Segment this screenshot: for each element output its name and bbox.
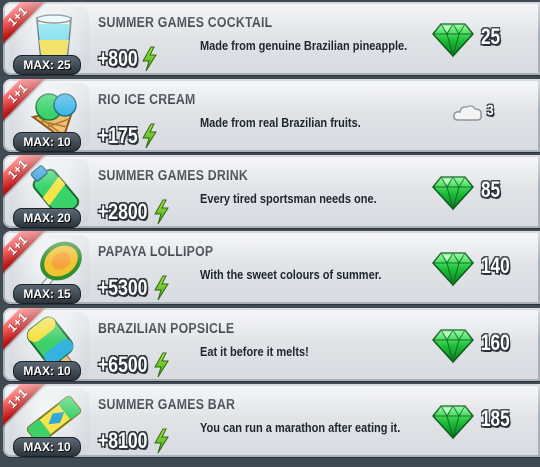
energy-stat: +6500 — [98, 351, 170, 379]
price-value: 85 — [481, 177, 501, 202]
max-quantity-badge: MAX: 15 — [13, 284, 81, 304]
buy-price-button[interactable]: 25 — [428, 16, 538, 62]
item-description: You can run a marathon after eating it. — [200, 421, 401, 435]
item-description: Made from genuine Brazilian pineapple. — [200, 39, 408, 53]
shop-item-row[interactable]: 1+1 MAX: 10 BRAZILIAN POPSICLE +6500 Eat… — [3, 308, 540, 381]
max-quantity-badge: MAX: 10 — [13, 361, 81, 381]
price-value: 140 — [481, 253, 510, 278]
gem-icon — [432, 252, 474, 287]
item-description: Every tired sportsman needs one. — [200, 192, 377, 206]
item-name: SUMMER GAMES COCKTAIL — [98, 14, 273, 31]
energy-stat: +175 — [98, 122, 158, 150]
shop-item-row[interactable]: 1+1 MAX: 15 PAPAYA LOLLIPOP +5300 With t… — [3, 231, 540, 304]
shop-item-row[interactable]: 1+1 MAX: 10 SUMMER GAMES BAR +8100 You c… — [3, 384, 540, 457]
energy-value: +6500 — [98, 352, 148, 377]
energy-value: +8100 — [98, 428, 148, 453]
item-name: BRAZILIAN POPSICLE — [98, 320, 235, 337]
gem-icon — [432, 176, 474, 211]
buy-price-button[interactable]: 185 — [428, 398, 538, 444]
energy-value: +2800 — [98, 199, 148, 224]
lightning-bolt-icon — [141, 123, 157, 149]
price-value: 25 — [481, 24, 501, 49]
max-quantity-badge: MAX: 10 — [13, 437, 81, 457]
gem-icon — [432, 329, 474, 364]
buy-price-button[interactable]: 85 — [428, 169, 538, 215]
item-name: PAPAYA LOLLIPOP — [98, 243, 214, 260]
energy-stat: +8100 — [98, 427, 170, 455]
lightning-bolt-icon — [141, 46, 157, 72]
buy-price-button[interactable]: 160 — [428, 322, 538, 368]
max-quantity-badge: MAX: 10 — [13, 132, 81, 152]
energy-stat: +800 — [98, 45, 158, 73]
energy-stat: +5300 — [98, 274, 170, 302]
energy-value: +5300 — [98, 275, 148, 300]
lightning-bolt-icon — [153, 199, 169, 225]
shop-item-row[interactable]: 1+1 MAX: 20 SUMMER GAMES DRINK +2800 Eve… — [3, 155, 540, 228]
energy-value: +800 — [98, 46, 138, 71]
energy-value: +175 — [98, 123, 138, 148]
shop-item-row[interactable]: 1+1 MAX: 10 RIO ICE CREAM +175 Made from… — [3, 79, 540, 152]
item-name: SUMMER GAMES BAR — [98, 396, 236, 413]
gem-icon — [432, 23, 474, 58]
energy-stat: +2800 — [98, 198, 170, 226]
item-description: Eat it before it melts! — [200, 345, 309, 359]
cloud-icon — [453, 105, 482, 121]
price-value: 160 — [481, 330, 510, 355]
item-description: Made from real Brazilian fruits. — [200, 116, 361, 130]
gem-icon — [432, 405, 474, 440]
item-name: SUMMER GAMES DRINK — [98, 167, 248, 184]
max-quantity-badge: MAX: 25 — [13, 55, 81, 75]
max-quantity-badge: MAX: 20 — [13, 208, 81, 228]
lightning-bolt-icon — [153, 352, 169, 378]
item-name: RIO ICE CREAM — [98, 91, 196, 108]
buy-price-button[interactable]: 140 — [428, 245, 538, 291]
price-value: 3 — [487, 102, 494, 119]
lightning-bolt-icon — [153, 428, 169, 454]
item-description: With the sweet colours of summer. — [200, 268, 382, 282]
lightning-bolt-icon — [153, 275, 169, 301]
price-value: 185 — [481, 406, 510, 431]
shop-item-row[interactable]: 1+1 MAX: 25 SUMMER GAMES COCKTAIL +800 M… — [3, 2, 540, 75]
buy-price-button[interactable]: 3 — [428, 93, 538, 139]
